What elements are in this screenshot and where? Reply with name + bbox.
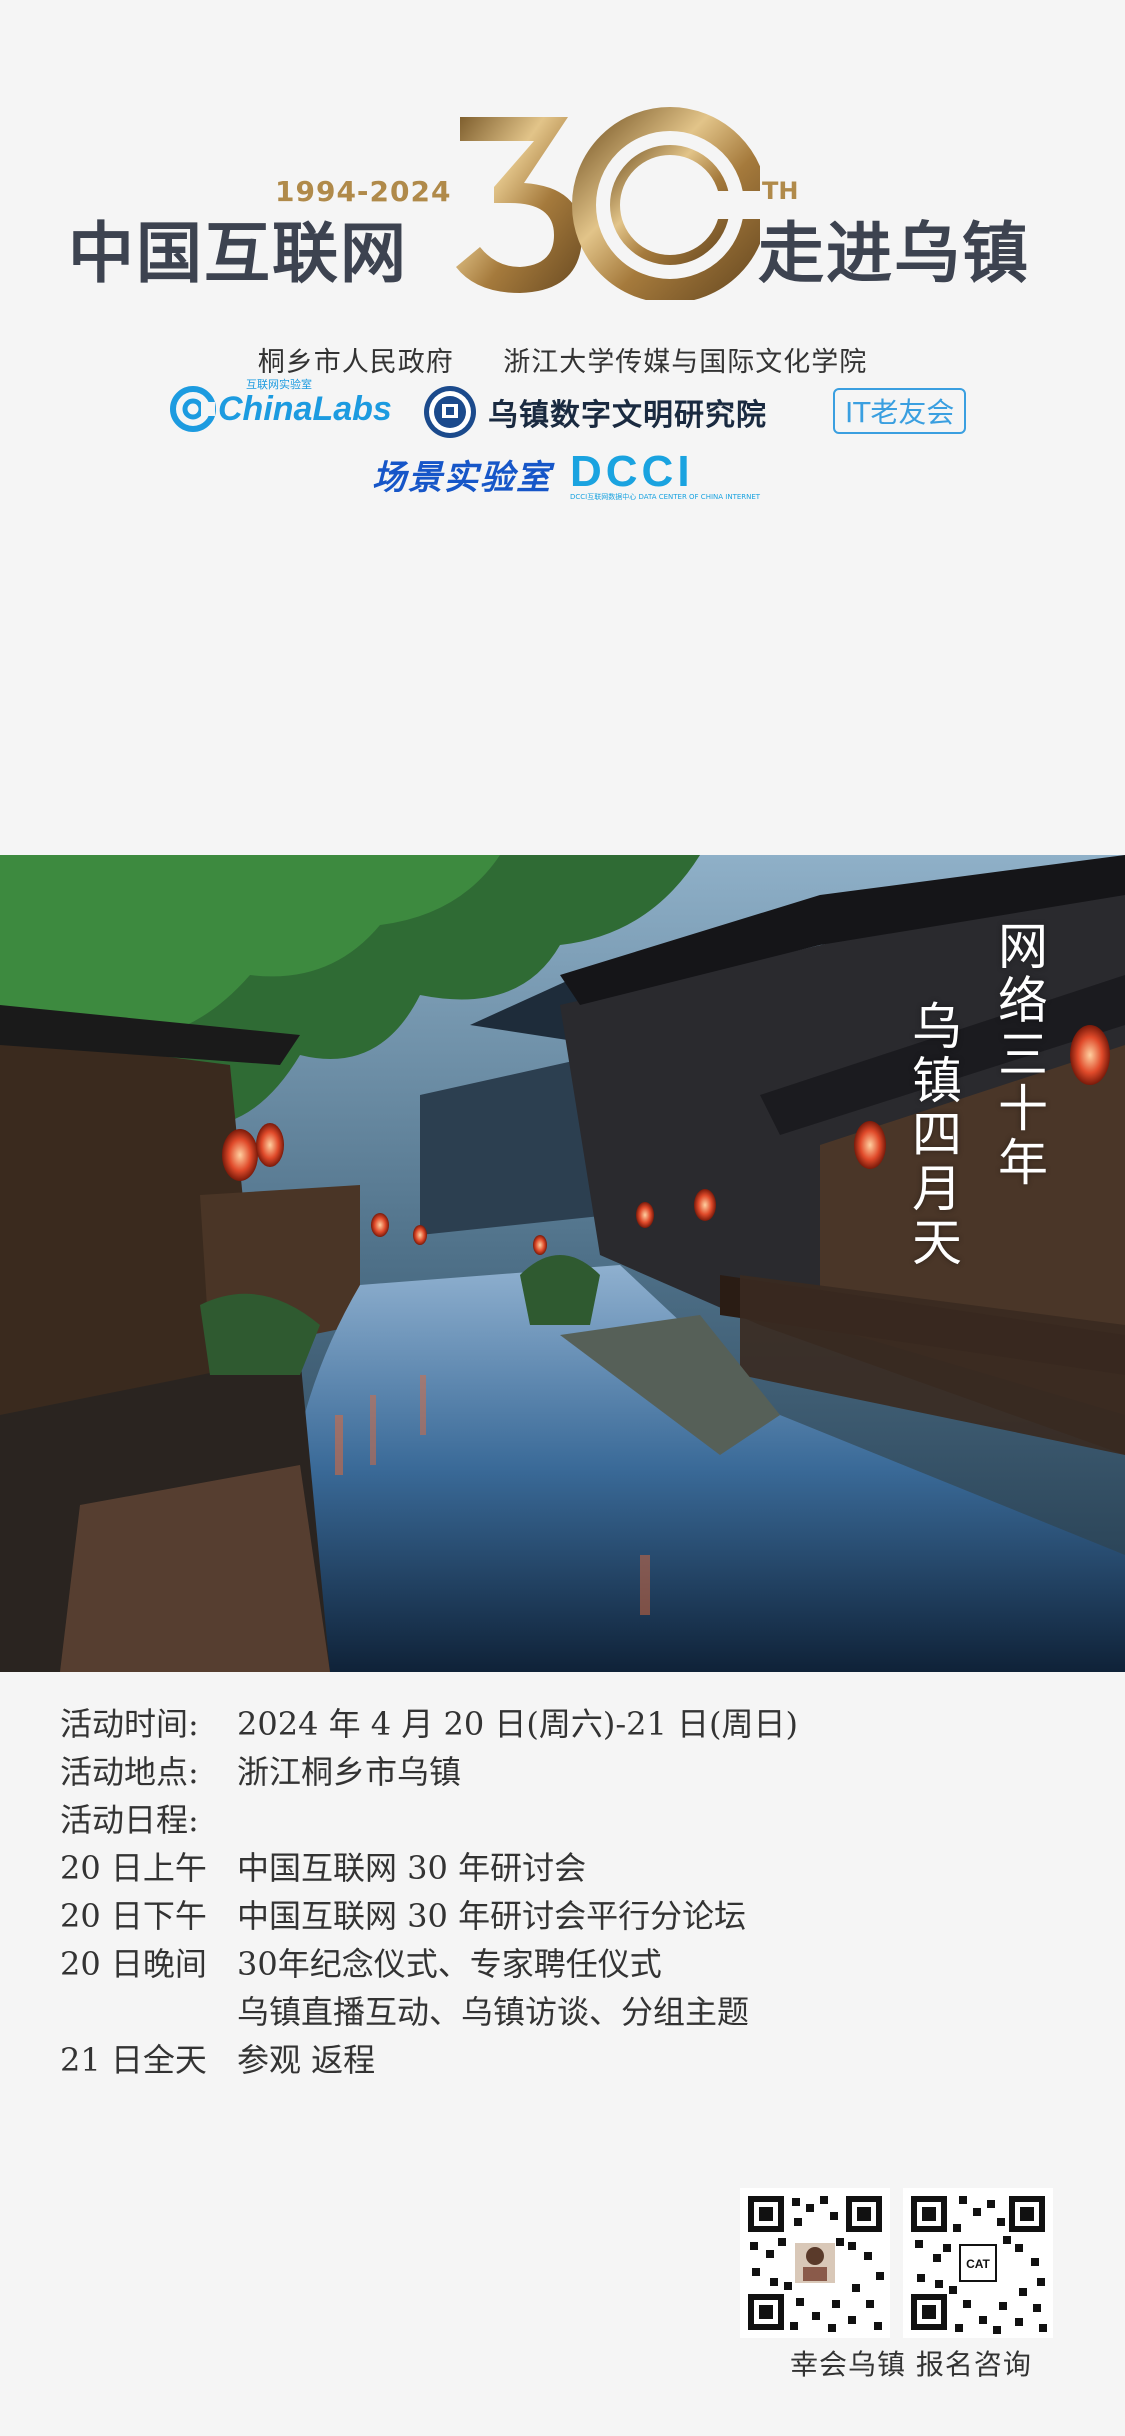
event-place-value: 浙江桐乡市乌镇 [237, 1753, 462, 1791]
schedule-when: 21 日全天 [60, 2041, 207, 2079]
changjing-lab-logo: 场景实验室 [372, 450, 552, 499]
wuzhen-seal-icon [424, 386, 476, 438]
schedule-what: 30年纪念仪式、专家聘任仪式 [237, 1945, 662, 1983]
event-place-label: 活动地点: [60, 1753, 199, 1791]
wuzhen-institute-text: 乌镇数字文明研究院 [488, 398, 767, 433]
event-place-row: 活动地点: 浙江桐乡市乌镇 [60, 1748, 1060, 1796]
event-time-row: 活动时间: 2024 年 4 月 20 日(周六)-21 日(周日) [60, 1700, 1060, 1748]
schedule-what: 中国互联网 30 年研讨会平行分论坛 [237, 1897, 747, 1935]
event-logo: 1994-2024 中国互联网 TH 走进乌镇 [0, 95, 1125, 305]
qr-code-icon: CAT [903, 2188, 1053, 2338]
qr2-center-label: CAT [966, 2257, 990, 2271]
schedule-item: 20 日晚间 30年纪念仪式、专家聘任仪式 [60, 1940, 1060, 1988]
wuzhen-institute-logo: 乌镇数字文明研究院 [422, 384, 767, 440]
schedule-when: 20 日下午 [60, 1897, 207, 1935]
organizer-zju: 浙江大学传媒与国际文化学院 [503, 347, 868, 378]
qr-caption: 幸会乌镇 报名咨询 [790, 2348, 1032, 2381]
schedule-item: 21 日全天 参观 返程 [60, 2036, 1060, 2084]
title-left: 中国互联网 [68, 215, 408, 292]
event-schedule-row: 活动日程: [60, 1796, 1060, 1844]
schedule-when [60, 1988, 237, 2036]
schedule-item: 20 日下午 中国互联网 30 年研讨会平行分论坛 [60, 1892, 1060, 1940]
schedule-when: 20 日晚间 [60, 1945, 207, 1983]
dcci-logo: DCCI DCCI互联网数据中心 DATA CENTER OF CHINA IN… [570, 447, 761, 502]
header: 1994-2024 中国互联网 TH 走进乌镇 桐乡市人民政府 浙江大学传媒与国… [0, 0, 1125, 855]
event-schedule-label: 活动日程: [60, 1801, 199, 1839]
event-info: 活动时间: 2024 年 4 月 20 日(周六)-21 日(周日) 活动地点:… [60, 1700, 1060, 2084]
schedule-what: 乌镇直播互动、乌镇访谈、分组主题 [237, 1993, 750, 2031]
slogan-line-2: 乌镇四月天 [904, 1000, 962, 1270]
event-time-value: 2024 年 4 月 20 日(周六)-21 日(周日) [237, 1705, 799, 1743]
title-right: 走进乌镇 [758, 215, 1030, 292]
chinalabs-logo: ChinaLabs 互联网实验室 [168, 378, 392, 434]
organizers-line: 桐乡市人民政府 浙江大学传媒与国际文化学院 [0, 340, 1125, 379]
qr-code-wuzhen[interactable] [740, 2188, 890, 2338]
organizer-tongxiang: 桐乡市人民政府 [257, 347, 454, 378]
chinalabs-text: ChinaLabs [218, 389, 392, 428]
schedule-what: 参观 返程 [237, 2041, 376, 2079]
qr-code-icon [740, 2188, 890, 2338]
qr-code-registration[interactable]: CAT [903, 2188, 1053, 2338]
dcci-sub: DCCI互联网数据中心 DATA CENTER OF CHINA INTERNE… [570, 493, 761, 501]
schedule-item: 乌镇直播互动、乌镇访谈、分组主题 [60, 1988, 1060, 2036]
schedule-when: 20 日上午 [60, 1849, 207, 1887]
chinalabs-icon [170, 386, 216, 432]
itlao-logo: IT老友会 [833, 388, 967, 434]
schedule-what: 中国互联网 30 年研讨会 [237, 1849, 587, 1887]
dcci-text: DCCI [570, 447, 694, 496]
changjing-lab-text: 场景实验室 [372, 458, 552, 498]
schedule-item: 20 日上午 中国互联网 30 年研讨会 [60, 1844, 1060, 1892]
itlao-text: IT老友会 [845, 396, 955, 429]
chinalabs-sub: 互联网实验室 [246, 378, 312, 391]
event-time-label: 活动时间: [60, 1705, 199, 1743]
big-30-logo [456, 107, 760, 300]
slogan-line-1: 网络三十年 [990, 920, 1048, 1190]
